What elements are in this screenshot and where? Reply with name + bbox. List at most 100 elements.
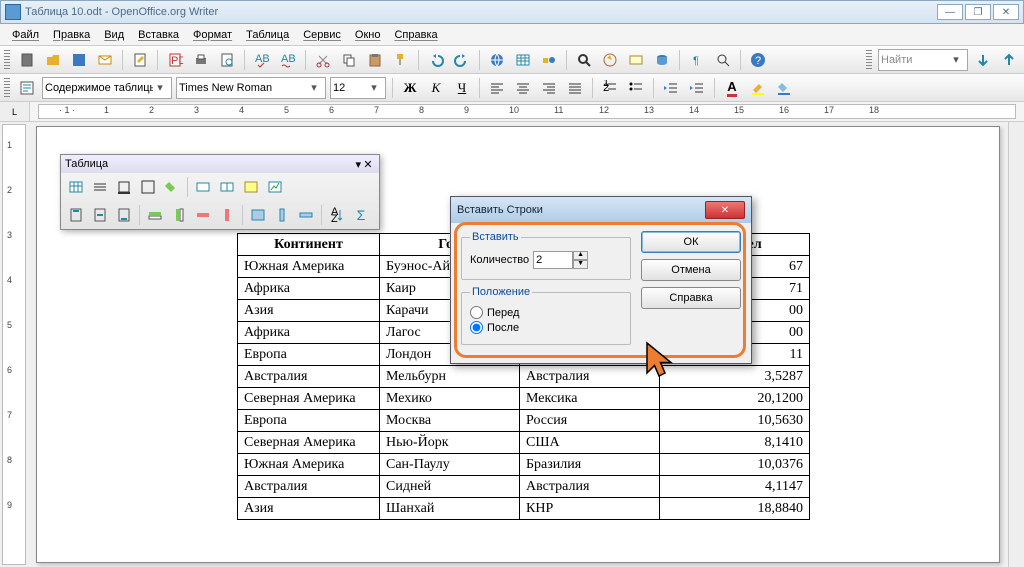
cut-button[interactable] <box>312 49 334 71</box>
table-cell[interactable]: Азия <box>238 300 380 322</box>
align-justify-button[interactable] <box>564 77 586 99</box>
table-cell[interactable]: 10,5630 <box>660 410 810 432</box>
toolbar-grip[interactable] <box>4 78 10 98</box>
find-toolbar-grip[interactable] <box>866 50 872 70</box>
dropdown-icon[interactable]: ▾ <box>307 81 321 94</box>
table-cell[interactable]: Россия <box>520 410 660 432</box>
paste-button[interactable] <box>364 49 386 71</box>
size-combo[interactable]: ▾ <box>330 77 386 99</box>
find-input[interactable] <box>881 51 949 69</box>
select-table-button[interactable] <box>247 204 269 226</box>
merge-button[interactable] <box>192 176 214 198</box>
table-row[interactable]: АвстралияСиднейАвстралия4,1147 <box>238 476 810 498</box>
cancel-button[interactable]: Отмена <box>641 259 741 281</box>
vertical-ruler[interactable]: 123456789 <box>2 124 26 565</box>
top-align-button[interactable] <box>65 204 87 226</box>
minimize-button[interactable]: — <box>937 4 963 20</box>
find-combo[interactable]: ▾ <box>878 49 968 71</box>
spin-down-icon[interactable]: ▼ <box>573 260 588 269</box>
vertical-scrollbar[interactable] <box>1008 122 1024 567</box>
dropdown-icon[interactable]: ▾ <box>949 53 963 66</box>
table-cell[interactable]: Европа <box>238 410 380 432</box>
font-input[interactable] <box>179 79 307 97</box>
close-button[interactable]: ✕ <box>993 4 1019 20</box>
select-col-button[interactable] <box>271 204 293 226</box>
save-button[interactable] <box>68 49 90 71</box>
optimize-button[interactable] <box>240 176 262 198</box>
new-button[interactable] <box>16 49 38 71</box>
table-cell[interactable]: Бразилия <box>520 454 660 476</box>
auto-spellcheck-button[interactable]: ABC <box>277 49 299 71</box>
table-cell[interactable]: Нью-Йорк <box>380 432 520 454</box>
print-preview-button[interactable] <box>216 49 238 71</box>
mid-align-button[interactable] <box>89 204 111 226</box>
table-row[interactable]: АвстралияМельбурнАвстралия3,5287 <box>238 366 810 388</box>
quantity-input[interactable] <box>533 251 573 269</box>
style-input[interactable] <box>45 79 153 97</box>
data-sources-button[interactable] <box>651 49 673 71</box>
menu-help[interactable]: Справка <box>388 27 443 43</box>
show-draw-button[interactable] <box>538 49 560 71</box>
table-cell[interactable]: Европа <box>238 344 380 366</box>
select-row-button[interactable] <box>295 204 317 226</box>
align-center-button[interactable] <box>512 77 534 99</box>
insert-col-button[interactable] <box>168 204 190 226</box>
line-style-button[interactable] <box>89 176 111 198</box>
table-cell[interactable]: Северная Америка <box>238 432 380 454</box>
numbering-button[interactable]: 12 <box>599 77 621 99</box>
table-row[interactable]: Северная АмерикаНью-ЙоркСША8,1410 <box>238 432 810 454</box>
dropdown-icon[interactable]: ▾ <box>367 81 381 94</box>
table-cell[interactable]: Азия <box>238 498 380 520</box>
format-paint-button[interactable] <box>390 49 412 71</box>
redo-button[interactable] <box>451 49 473 71</box>
help-button[interactable]: Справка <box>641 287 741 309</box>
dropdown-icon[interactable]: ▾ <box>153 81 167 94</box>
navigator-button[interactable] <box>599 49 621 71</box>
menu-file[interactable]: Файл <box>6 27 45 43</box>
italic-button[interactable]: К <box>425 77 447 99</box>
after-option[interactable]: После <box>470 321 622 334</box>
menu-edit[interactable]: Правка <box>47 27 96 43</box>
dialog-close-button[interactable]: ✕ <box>705 201 745 219</box>
table-cell[interactable]: 20,1200 <box>660 388 810 410</box>
table-row[interactable]: ЕвропаМоскваРоссия10,5630 <box>238 410 810 432</box>
edit-doc-button[interactable] <box>129 49 151 71</box>
table-cell[interactable]: Австралия <box>520 366 660 388</box>
menu-view[interactable]: Вид <box>98 27 130 43</box>
table-row[interactable]: Южная АмерикаСан-ПаулуБразилия10,0376 <box>238 454 810 476</box>
menu-table[interactable]: Таблица <box>240 27 295 43</box>
delete-col-button[interactable] <box>216 204 238 226</box>
nonprinting-button[interactable]: ¶ <box>686 49 708 71</box>
table-new-button[interactable] <box>65 176 87 198</box>
print-button[interactable] <box>190 49 212 71</box>
toolbar-grip[interactable] <box>4 50 10 70</box>
font-combo[interactable]: ▾ <box>176 77 326 99</box>
hyperlink-button[interactable] <box>486 49 508 71</box>
table-cell[interactable]: Австралия <box>238 366 380 388</box>
before-option[interactable]: Перед <box>470 306 622 319</box>
menu-format[interactable]: Формат <box>187 27 238 43</box>
sum-button[interactable]: Σ <box>350 204 372 226</box>
before-radio[interactable] <box>470 306 483 319</box>
table-cell[interactable]: Северная Америка <box>238 388 380 410</box>
line-color-button[interactable] <box>113 176 135 198</box>
dec-indent-button[interactable] <box>660 77 682 99</box>
horizontal-ruler[interactable]: · 1 ·123456789101112131415161718 <box>38 104 1016 119</box>
menu-tools[interactable]: Сервис <box>297 27 347 43</box>
find-prev-button[interactable] <box>998 49 1020 71</box>
bgcolor-button[interactable] <box>161 176 183 198</box>
delete-row-button[interactable] <box>192 204 214 226</box>
table-cell[interactable]: Австралия <box>520 476 660 498</box>
find-button[interactable] <box>573 49 595 71</box>
underline-button[interactable]: Ч <box>451 77 473 99</box>
zoom-button[interactable] <box>712 49 734 71</box>
table-cell[interactable]: 8,1410 <box>660 432 810 454</box>
style-combo[interactable]: ▾ <box>42 77 172 99</box>
undo-button[interactable] <box>425 49 447 71</box>
table-row[interactable]: Северная АмерикаМехикоМексика20,1200 <box>238 388 810 410</box>
borders-button[interactable] <box>137 176 159 198</box>
table-cell[interactable]: 4,1147 <box>660 476 810 498</box>
table-cell[interactable]: 18,8840 <box>660 498 810 520</box>
bullets-button[interactable] <box>625 77 647 99</box>
table-cell[interactable]: Африка <box>238 322 380 344</box>
